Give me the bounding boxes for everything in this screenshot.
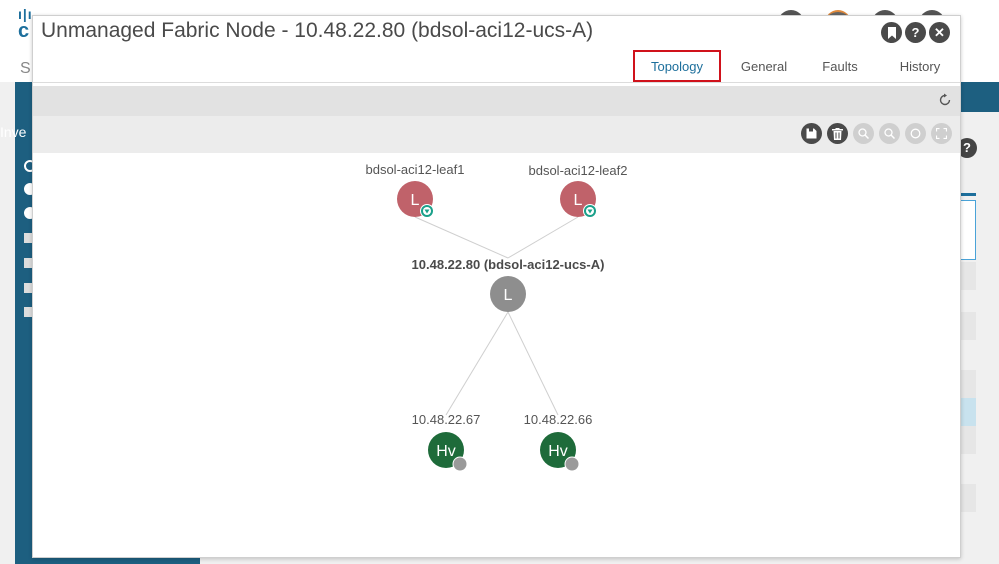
right-panel-row[interactable] [960,312,976,340]
right-panel-row[interactable] [960,262,976,290]
tab-bar: Topology General Faults History [633,50,960,82]
right-panel-row[interactable] [960,426,976,454]
save-button[interactable] [801,123,822,144]
node-label: bdsol-aci12-leaf1 [365,162,464,177]
sidebar-label: Inve [0,124,27,140]
node-label: 10.48.22.66 [524,412,593,427]
zoom-out-icon [884,128,895,139]
node-type-letter: L [574,192,583,209]
status-badge-icon [453,457,467,471]
close-icon: ✕ [934,24,945,40]
topology-node-leaf2[interactable]: bdsol-aci12-leaf2 L [528,163,628,218]
topology-link [445,311,509,416]
right-panel-row[interactable] [960,370,976,398]
tab-faults[interactable]: Faults [804,50,876,82]
reset-button[interactable] [905,123,926,144]
trash-icon [832,127,843,140]
close-button[interactable]: ✕ [929,22,950,43]
modal-title: Unmanaged Fabric Node - 10.48.22.80 (bds… [41,19,594,42]
delete-button[interactable] [827,123,848,144]
topology-links [414,216,579,416]
zoom-out-button[interactable] [879,123,900,144]
bookmark-icon [887,26,896,39]
tab-topology[interactable]: Topology [633,50,721,82]
tab-general[interactable]: General [728,50,800,82]
topology-link [507,216,579,259]
refresh-icon[interactable] [938,93,952,107]
tab-history[interactable]: History [880,50,960,82]
header-letter: S [20,60,31,77]
refresh-bar [33,86,960,116]
node-label: bdsol-aci12-leaf2 [528,163,627,178]
right-panel-row-selected[interactable] [960,398,976,426]
reset-icon [910,128,921,139]
zoom-in-icon [858,128,869,139]
topology-graph[interactable]: bdsol-aci12-leaf1Lbdsol-aci12-leaf2L10.4… [33,153,960,558]
zoom-in-button[interactable] [853,123,874,144]
node-type-letter: L [504,287,513,304]
app-screen: ı|ı c S Inve ? Unmanaged Fabric Node - 1… [0,0,999,564]
right-panel-box [960,200,976,260]
node-detail-modal: Unmanaged Fabric Node - 10.48.22.80 (bds… [32,15,961,558]
topology-node-hv2[interactable]: 10.48.22.66 Hv [524,412,593,472]
node-label: 10.48.22.67 [412,412,481,427]
title-divider [33,82,960,83]
cisco-logo-letter: c [18,20,30,42]
topology-toolbar [33,116,960,153]
fit-to-screen-icon [936,128,947,139]
modal-actions: ? ✕ [881,22,950,43]
topology-canvas[interactable]: bdsol-aci12-leaf1 Lbdsol-aci12-leaf2 L 10.4… [33,153,960,557]
toolbar-buttons [801,123,952,144]
right-panel-accent [960,193,976,196]
topology-link [507,311,559,416]
topology-link [414,216,509,259]
right-panel-row[interactable] [960,484,976,512]
topology-node-hv1[interactable]: 10.48.22.67 Hv [412,412,481,472]
node-type-letter: L [411,192,420,209]
status-badge-icon [565,457,579,471]
topology-node-leaf1[interactable]: bdsol-aci12-leaf1 L [365,162,465,218]
node-label: 10.48.22.80 (bdsol-aci12-ucs-A) [412,257,605,272]
help-button[interactable]: ? [905,22,926,43]
bookmark-button[interactable] [881,22,902,43]
save-icon [806,128,817,139]
app-sidebar [15,82,32,564]
topology-node-ucs[interactable]: 10.48.22.80 (bdsol-aci12-ucs-A) L [412,257,605,312]
fit-button[interactable] [931,123,952,144]
help-icon: ? [911,25,920,40]
node-type-letter: Hv [436,443,456,460]
node-type-letter: Hv [548,443,568,460]
